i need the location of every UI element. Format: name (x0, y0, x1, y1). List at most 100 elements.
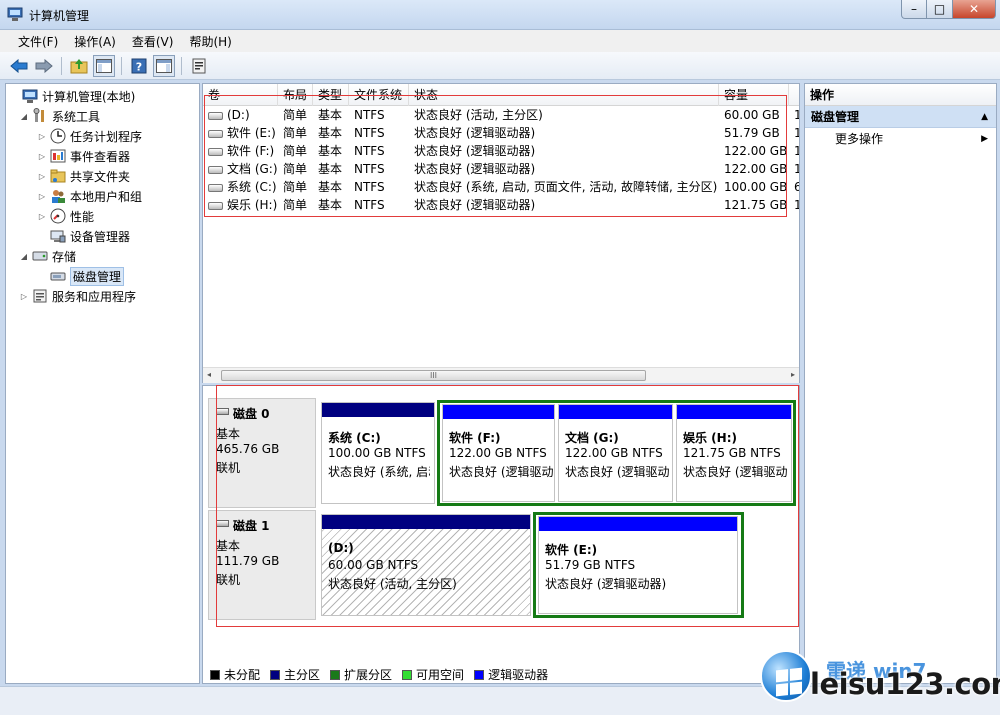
actions-section-disk-management[interactable]: 磁盘管理 ▲ (805, 106, 996, 128)
partition-d[interactable]: (D:) 60.00 GB NTFS 状态良好 (活动, 主分区) (321, 514, 531, 616)
minimize-button[interactable]: – (901, 0, 927, 19)
partition-status: 状态良好 (逻辑驱动 (565, 465, 670, 479)
volume-row[interactable]: 软件 (E:) 简单 基本 NTFS 状态良好 (逻辑驱动器) 51.79 GB… (203, 124, 799, 142)
partition-title: 软件 (F:) (449, 431, 501, 445)
tree-label: 事件查看器 (70, 149, 131, 164)
collapse-up-icon[interactable]: ▲ (981, 106, 988, 128)
tree-label: 系统工具 (52, 109, 101, 124)
column-header-filesystem[interactable]: 文件系统 (349, 84, 409, 106)
scroll-right-icon[interactable]: ▸ (791, 370, 795, 379)
expand-icon[interactable]: ▷ (36, 152, 48, 161)
clock-icon (50, 128, 66, 144)
volume-row[interactable]: 系统 (C:) 简单 基本 NTFS 状态良好 (系统, 启动, 页面文件, 活… (203, 178, 799, 196)
help-button[interactable]: ? (128, 55, 150, 77)
scrollbar-thumb[interactable]: III (221, 370, 646, 381)
menu-help[interactable]: 帮助(H) (181, 33, 239, 50)
tree-item-shared-folders[interactable]: ▷ 共享文件夹 (36, 166, 130, 186)
volume-name: 软件 (E:) (227, 126, 276, 140)
disk-1-label[interactable]: 磁盘 1 基本 111.79 GB 联机 (208, 510, 316, 620)
legend-unallocated: 未分配 (208, 666, 260, 683)
back-arrow-icon (10, 58, 28, 73)
tree-item-local-users[interactable]: ▷ 本地用户和组 (36, 186, 142, 206)
tree-item-event-viewer[interactable]: ▷ 事件查看器 (36, 146, 130, 166)
expand-icon[interactable]: ▷ (18, 292, 30, 301)
computer-management-icon (22, 88, 38, 104)
partition-title: 软件 (E:) (545, 543, 598, 557)
volume-capacity: 60.00 GB (724, 108, 780, 122)
more-actions-item[interactable]: 更多操作 ▶ (805, 128, 996, 150)
tree-item-performance[interactable]: ▷ 性能 (36, 206, 94, 226)
volume-free: 1 (794, 126, 799, 140)
volume-status: 状态良好 (系统, 启动, 页面文件, 活动, 故障转储, 主分区) (414, 180, 718, 194)
expand-icon[interactable]: ▷ (36, 132, 48, 141)
show-hide-action-pane-button[interactable] (153, 54, 175, 77)
column-header-type[interactable]: 类型 (313, 84, 349, 106)
volume-free: 6 (794, 180, 799, 194)
volume-row[interactable]: (D:) 简单 基本 NTFS 状态良好 (活动, 主分区) 60.00 GB … (203, 106, 799, 124)
svg-text:?: ? (136, 60, 142, 73)
tree-item-computer-management[interactable]: 计算机管理(本地) (8, 86, 135, 106)
column-header-free[interactable] (789, 84, 799, 106)
partition-status: 状态良好 (逻辑驱动 (683, 465, 788, 479)
back-button[interactable] (8, 55, 30, 77)
legend-logical: 逻辑驱动器 (472, 666, 548, 683)
expand-icon[interactable]: ▷ (36, 212, 48, 221)
action-pane-icon (156, 58, 172, 73)
scroll-left-icon[interactable]: ◂ (207, 370, 211, 379)
menu-file[interactable]: 文件(F) (10, 33, 66, 50)
disk-status: 联机 (216, 461, 241, 475)
partition-size: 60.00 GB NTFS (328, 558, 419, 572)
forward-button[interactable] (33, 55, 55, 77)
properties-button[interactable] (188, 55, 210, 77)
tree-label: 磁盘管理 (70, 266, 125, 286)
partition-title: 文档 (G:) (565, 431, 619, 445)
performance-icon (50, 208, 66, 224)
partition-g[interactable]: 文档 (G:) 122.00 GB NTFS 状态良好 (逻辑驱动 (558, 404, 673, 502)
tree-label: 任务计划程序 (70, 129, 143, 144)
partition-size: 121.75 GB NTFS (683, 446, 781, 460)
disk-name: 磁盘 1 (233, 519, 270, 533)
legend-label: 扩展分区 (344, 668, 393, 682)
close-button[interactable]: ✕ (953, 0, 996, 19)
disk-0-label[interactable]: 磁盘 0 基本 465.76 GB 联机 (208, 398, 316, 508)
show-hide-tree-button[interactable] (93, 54, 115, 77)
legend-label: 未分配 (224, 668, 261, 682)
partition-e[interactable]: 软件 (E:) 51.79 GB NTFS 状态良好 (逻辑驱动器) (538, 516, 738, 614)
volume-row[interactable]: 娱乐 (H:) 简单 基本 NTFS 状态良好 (逻辑驱动器) 121.75 G… (203, 196, 799, 214)
up-level-button[interactable] (68, 55, 90, 77)
horizontal-scrollbar[interactable]: ◂ III ▸ (203, 367, 799, 383)
column-header-status[interactable]: 状态 (409, 84, 719, 106)
menu-action[interactable]: 操作(A) (66, 33, 124, 50)
column-header-capacity[interactable]: 容量 (719, 84, 789, 106)
column-header-volume[interactable]: 卷 (203, 84, 278, 106)
partition-f[interactable]: 软件 (F:) 122.00 GB NTFS 状态良好 (逻辑驱动 (442, 404, 555, 502)
title-bar: 计算机管理 – □ ✕ (0, 0, 1000, 30)
expand-icon[interactable]: ▷ (36, 192, 48, 201)
tree-item-disk-management[interactable]: 磁盘管理 (36, 266, 125, 286)
expand-icon[interactable]: ▷ (36, 172, 48, 181)
column-header-layout[interactable]: 布局 (278, 84, 313, 106)
volume-type: 基本 (318, 162, 343, 176)
tree-item-system-tools[interactable]: ◢ 系统工具 (18, 106, 100, 126)
partition-c[interactable]: 系统 (C:) 100.00 GB NTFS 状态良好 (系统, 启动 (321, 402, 435, 504)
collapse-icon[interactable]: ◢ (18, 252, 30, 261)
tree-item-task-scheduler[interactable]: ▷ 任务计划程序 (36, 126, 142, 146)
window-title: 计算机管理 (29, 9, 90, 23)
volume-row[interactable]: 文档 (G:) 简单 基本 NTFS 状态良好 (逻辑驱动器) 122.00 G… (203, 160, 799, 178)
volume-layout: 简单 (283, 108, 308, 122)
tree-item-services-apps[interactable]: ▷ 服务和应用程序 (18, 286, 136, 306)
menu-view[interactable]: 查看(V) (124, 33, 182, 50)
tree-item-device-manager[interactable]: 设备管理器 (36, 226, 130, 246)
volume-status: 状态良好 (逻辑驱动器) (414, 144, 536, 158)
partition-title: 系统 (C:) (328, 431, 381, 445)
legend-swatch (474, 669, 485, 680)
collapse-icon[interactable]: ◢ (18, 112, 30, 121)
drive-icon (208, 147, 223, 156)
tree-item-storage[interactable]: ◢ 存储 (18, 246, 76, 266)
forward-arrow-icon (35, 58, 53, 73)
maximize-button[interactable]: □ (927, 0, 953, 19)
volume-status: 状态良好 (逻辑驱动器) (414, 198, 536, 212)
partition-h[interactable]: 娱乐 (H:) 121.75 GB NTFS 状态良好 (逻辑驱动 (676, 404, 792, 502)
volume-row[interactable]: 软件 (F:) 简单 基本 NTFS 状态良好 (逻辑驱动器) 122.00 G… (203, 142, 799, 160)
tree-label: 性能 (70, 209, 95, 224)
